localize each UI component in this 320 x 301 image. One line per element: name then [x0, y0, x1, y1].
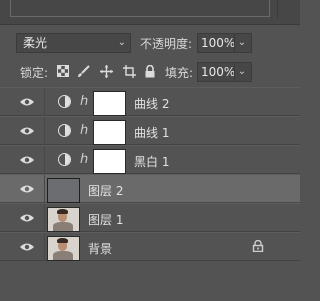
layer-name[interactable]: 曲线 2 [134, 95, 169, 112]
layer-mask-thumbnail[interactable] [93, 149, 126, 174]
layer-thumbnail[interactable] [47, 236, 80, 261]
opacity-chevron-icon[interactable]: ⌄ [234, 34, 249, 52]
opacity-value: 100% [201, 36, 236, 50]
layer-row-curves-1[interactable]: ℎ 曲线 1 [0, 116, 300, 145]
fill-value: 100% [201, 65, 236, 79]
eye-icon[interactable] [19, 155, 35, 165]
adjustment-layer-icon [58, 153, 71, 166]
thumbnail-shirt [53, 222, 73, 231]
visibility-divider [44, 146, 45, 174]
eye-icon[interactable] [19, 242, 35, 252]
chain-link-icon[interactable]: ℎ [80, 94, 88, 109]
opacity-label: 不透明度: [140, 37, 193, 51]
lock-row: 锁定: 填充: 100% ⌄ [0, 62, 300, 84]
upper-panel-scrollbar[interactable] [277, 0, 290, 18]
layer-thumbnail[interactable] [47, 207, 80, 232]
chain-link-icon[interactable]: ℎ [80, 152, 88, 167]
lock-artboard-crop-icon[interactable] [122, 65, 136, 79]
layer-row-curves-2[interactable]: ℎ 曲线 2 [0, 87, 300, 116]
adjustment-layer-icon [58, 124, 71, 137]
lock-transparent-pixels-icon[interactable] [56, 65, 70, 79]
eye-icon[interactable] [19, 97, 35, 107]
upper-panel-edge [0, 0, 300, 25]
fill-chevron-icon[interactable]: ⌄ [234, 63, 249, 81]
layer-name[interactable]: 曲线 1 [134, 124, 169, 141]
chevron-down-icon: ⌄ [117, 37, 126, 48]
layer-row-background[interactable]: 背景 [0, 232, 300, 261]
fill-field[interactable]: 100% ⌄ [197, 62, 252, 82]
thumbnail-shirt [53, 251, 73, 260]
lock-all-icon[interactable] [143, 64, 157, 79]
lock-icon[interactable] [252, 240, 264, 252]
layer-mask-thumbnail[interactable] [93, 91, 126, 116]
layers-panel: 柔光 ⌄ 不透明度: 100% ⌄ 锁定: 填充: 100% ⌄ ℎ 曲线 2 … [0, 0, 300, 301]
layers-list: ℎ 曲线 2 ℎ 曲线 1 ℎ 黑白 1 图层 2 图层 1 背景 [0, 87, 300, 261]
eye-icon[interactable] [19, 126, 35, 136]
lock-position-move-icon[interactable] [99, 65, 113, 79]
blend-mode-value: 柔光 [23, 36, 48, 50]
blend-row: 柔光 ⌄ 不透明度: 100% ⌄ [0, 33, 300, 55]
lock-image-pixels-brush-icon[interactable] [76, 65, 90, 79]
fill-label: 填充: [165, 66, 194, 80]
upper-panel-frame [10, 0, 270, 17]
adjustment-layer-icon [58, 95, 71, 108]
blend-mode-dropdown[interactable]: 柔光 ⌄ [16, 33, 131, 53]
layer-name[interactable]: 图层 2 [88, 182, 123, 199]
lock-label: 锁定: [20, 66, 49, 80]
layer-mask-thumbnail[interactable] [93, 120, 126, 145]
eye-icon[interactable] [19, 184, 35, 194]
layer-name[interactable]: 背景 [88, 240, 112, 257]
visibility-divider [44, 233, 45, 261]
thumbnail-hair [57, 238, 68, 243]
eye-icon[interactable] [19, 213, 35, 223]
opacity-field[interactable]: 100% ⌄ [197, 33, 252, 53]
layer-name[interactable]: 黑白 1 [134, 153, 169, 170]
layer-row-layer-2[interactable]: 图层 2 [0, 174, 300, 203]
layer-row-black-white-1[interactable]: ℎ 黑白 1 [0, 145, 300, 174]
visibility-divider [44, 117, 45, 145]
layer-row-layer-1[interactable]: 图层 1 [0, 203, 300, 232]
visibility-divider [44, 175, 45, 203]
thumbnail-hair [57, 209, 68, 214]
visibility-divider [44, 204, 45, 232]
layer-name[interactable]: 图层 1 [88, 211, 123, 228]
layer-thumbnail[interactable] [47, 178, 80, 203]
visibility-divider [44, 88, 45, 116]
chain-link-icon[interactable]: ℎ [80, 123, 88, 138]
